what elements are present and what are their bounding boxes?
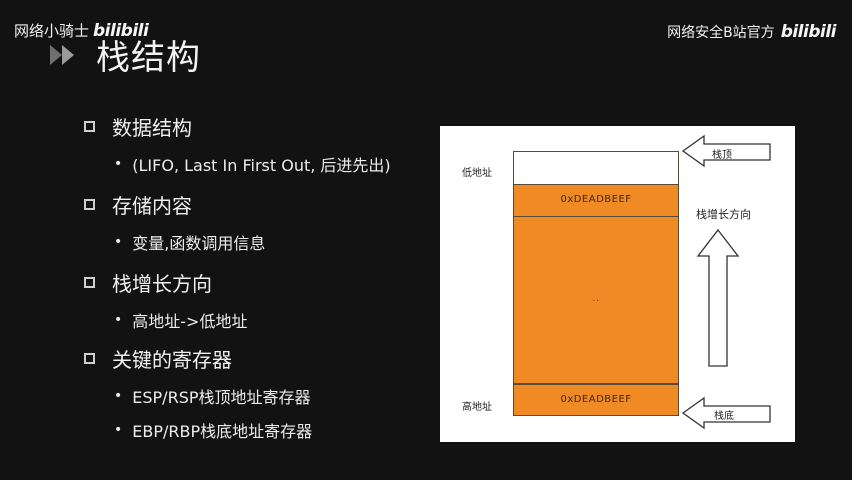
outline-item: • 高地址->低地址 xyxy=(114,312,248,331)
outline-heading: 存储内容 xyxy=(84,190,192,219)
bilibili-logo-right: bilibili xyxy=(780,22,837,42)
outline-heading: 数据结构 xyxy=(84,112,192,141)
growth-direction-label: 栈增长方向 xyxy=(696,208,751,221)
outline-heading: 关键的寄存器 xyxy=(84,344,232,373)
square-bullet-icon xyxy=(84,277,95,288)
square-bullet-icon xyxy=(84,353,95,364)
watermark-right-text: 网络安全B站官方 xyxy=(667,25,775,41)
page-title: 栈结构 xyxy=(96,38,201,78)
outline-heading: 栈增长方向 xyxy=(84,268,212,297)
watermark-right: 网络安全B站官方 bilibili xyxy=(667,22,836,42)
dot-bullet-icon: • xyxy=(114,388,123,404)
outline-item: • ESP/RSP栈顶地址寄存器 xyxy=(114,388,311,407)
outline-item: • (LIFO, Last In First Out, 后进先出) xyxy=(114,156,391,175)
outline-item: • EBP/RBP栈底地址寄存器 xyxy=(114,422,313,441)
outline-item: • 变量,函数调用信息 xyxy=(114,234,266,253)
dot-bullet-icon: • xyxy=(114,422,123,438)
high-address-label: 高地址 xyxy=(462,402,492,413)
dot-bullet-icon: • xyxy=(114,312,123,328)
dot-bullet-icon: • xyxy=(114,156,123,172)
low-address-label: 低地址 xyxy=(462,168,492,179)
stack-top-label: 栈顶 xyxy=(712,150,732,161)
stack-cell-middle: .. xyxy=(513,216,679,384)
stack-cell-top: 0xDEADBEEF xyxy=(513,184,679,217)
square-bullet-icon xyxy=(84,121,95,132)
growth-up-arrow-icon xyxy=(696,228,740,367)
stack-cell-empty xyxy=(513,151,679,185)
double-arrow-icon xyxy=(50,44,74,65)
stack-cell-bottom: 0xDEADBEEF xyxy=(513,384,679,416)
stack-bottom-label: 栈底 xyxy=(714,411,734,422)
stack-diagram: 低地址 高地址 0xDEADBEEF .. 0xDEADBEEF 栈顶 栈底 栈… xyxy=(440,126,795,442)
square-bullet-icon xyxy=(84,199,95,210)
slide-header: 栈结构 xyxy=(48,30,201,79)
dot-bullet-icon: • xyxy=(114,234,123,250)
